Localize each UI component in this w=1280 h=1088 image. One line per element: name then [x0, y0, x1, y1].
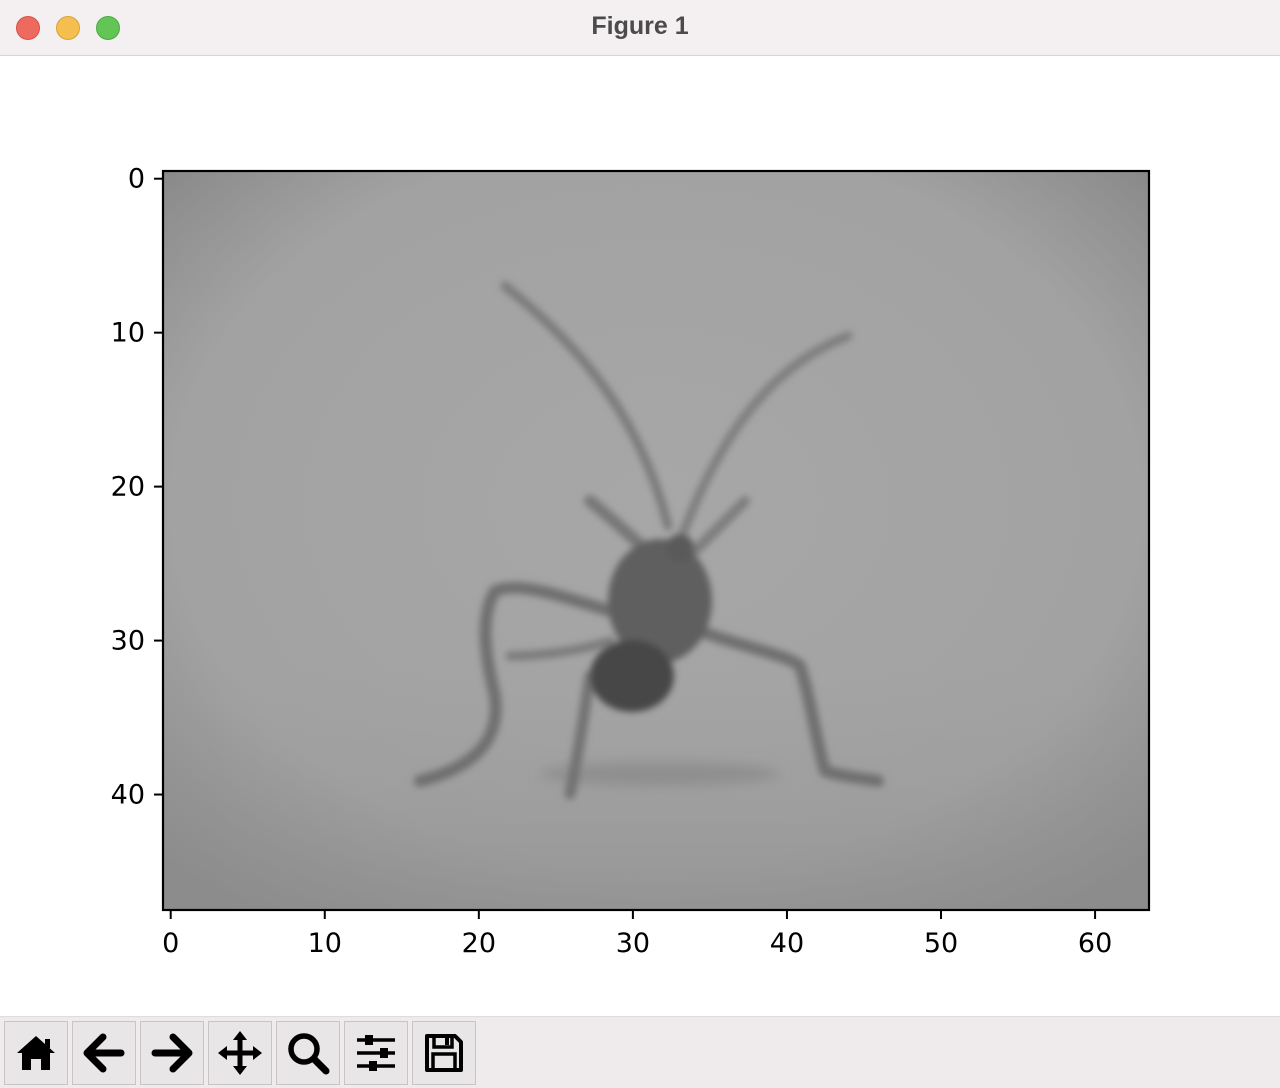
- x-tick-label: 0: [162, 928, 179, 959]
- save-button[interactable]: [412, 1021, 476, 1085]
- home-icon: [17, 1036, 55, 1070]
- forward-button[interactable]: [140, 1021, 204, 1085]
- y-tick-label: 20: [111, 472, 145, 503]
- sliders-icon: [357, 1035, 395, 1071]
- x-tick-label: 30: [616, 928, 650, 959]
- x-axis-ticks: 0 10 20 30 40 50 60: [162, 910, 1112, 959]
- x-tick-label: 10: [308, 928, 342, 959]
- back-button[interactable]: [72, 1021, 136, 1085]
- x-tick-label: 50: [924, 928, 958, 959]
- magnifier-icon: [288, 1033, 330, 1075]
- configure-subplots-button[interactable]: [344, 1021, 408, 1085]
- navigation-toolbar: [0, 1016, 1280, 1088]
- x-tick-label: 60: [1078, 928, 1112, 959]
- window-titlebar: Figure 1: [0, 0, 1280, 56]
- y-tick-label: 40: [111, 780, 145, 811]
- window-title: Figure 1: [591, 12, 689, 40]
- x-tick-label: 40: [770, 928, 804, 959]
- floppy-disk-icon: [425, 1034, 463, 1072]
- arrow-right-icon: [151, 1033, 193, 1073]
- y-tick-label: 30: [111, 626, 145, 657]
- pan-button[interactable]: [208, 1021, 272, 1085]
- y-tick-label: 10: [111, 318, 145, 349]
- zoom-button[interactable]: [276, 1021, 340, 1085]
- image-plot: 0 10 20 30 40 50 60 0 10 20 30 40: [111, 164, 1151, 959]
- move-icon: [218, 1031, 262, 1075]
- y-axis-ticks: 0 10 20 30 40: [111, 164, 163, 811]
- y-tick-label: 0: [128, 164, 145, 195]
- arrow-left-icon: [83, 1033, 125, 1073]
- image-content: [163, 171, 1149, 910]
- home-button[interactable]: [4, 1021, 68, 1085]
- figure-canvas[interactable]: 0 10 20 30 40 50 60 0 10 20 30 40: [0, 56, 1280, 1016]
- x-tick-label: 20: [462, 928, 496, 959]
